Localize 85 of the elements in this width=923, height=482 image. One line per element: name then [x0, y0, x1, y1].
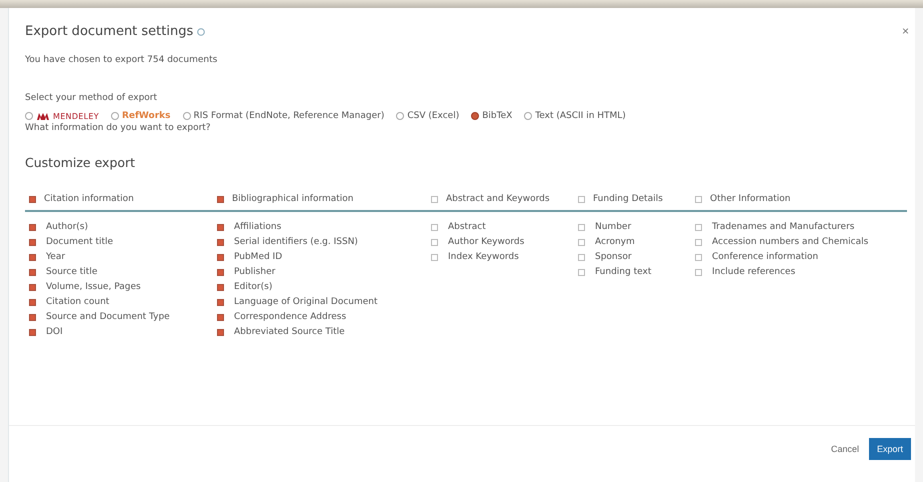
radio-button[interactable] — [524, 112, 532, 120]
option-label: Funding text — [595, 267, 652, 277]
export-button[interactable]: Export — [868, 438, 911, 460]
group-label: Citation information — [44, 194, 134, 204]
checkbox[interactable] — [217, 196, 224, 202]
checkbox[interactable] — [217, 284, 224, 290]
radio-button[interactable] — [25, 112, 33, 120]
radio-button[interactable] — [182, 112, 190, 120]
checkbox[interactable] — [217, 254, 224, 260]
checkbox[interactable] — [695, 224, 702, 230]
option-label: Abbreviated Source Title — [234, 327, 345, 337]
close-button[interactable]: × — [900, 22, 911, 40]
mendeley-logo-icon — [36, 112, 50, 120]
checkbox[interactable] — [29, 284, 36, 290]
option-label: Citation count — [46, 297, 110, 307]
checkbox[interactable] — [695, 238, 702, 246]
dialog-title: Export document settings — [25, 24, 194, 39]
method-label: Select your method of export — [25, 93, 158, 103]
group-label: Funding Details — [593, 194, 663, 204]
option-label: Source title — [46, 267, 98, 277]
checkbox[interactable] — [217, 328, 224, 336]
option-label: Source and Document Type — [46, 312, 170, 322]
checkbox[interactable] — [29, 238, 36, 246]
info-icon[interactable] — [197, 28, 206, 36]
option-label: Correspondence Address — [234, 312, 346, 322]
checkbox[interactable] — [217, 298, 224, 306]
checkbox[interactable] — [695, 254, 702, 260]
checkbox[interactable] — [217, 224, 224, 230]
option-label: Document title — [46, 237, 114, 247]
checkbox[interactable] — [578, 254, 585, 260]
option-label: Acronym — [595, 237, 635, 247]
option-label[interactable]: RIS Format (EndNote, Reference Manager) — [194, 111, 384, 121]
radio-button[interactable] — [396, 112, 404, 120]
option-label: Serial identifiers (e.g. ISSN) — [234, 237, 358, 247]
radio-button[interactable] — [471, 112, 480, 120]
option-label: Include references — [712, 267, 796, 277]
option-label: Editor(s) — [234, 282, 272, 292]
checkbox[interactable] — [431, 196, 438, 202]
checkbox[interactable] — [29, 224, 36, 230]
option-label: DOI — [46, 327, 63, 337]
section-title: Customize export — [25, 155, 136, 170]
option-label: Volume, Issue, Pages — [46, 282, 141, 292]
checkbox[interactable] — [431, 254, 438, 260]
checkbox[interactable] — [29, 254, 36, 260]
checkbox[interactable] — [29, 268, 36, 276]
option-label: Publisher — [234, 267, 276, 277]
checkbox[interactable] — [578, 196, 585, 202]
group-label: Other Information — [710, 194, 791, 204]
checkbox[interactable] — [578, 268, 585, 276]
option-label: PubMed ID — [234, 252, 282, 262]
question-text: What information do you want to export? — [25, 123, 212, 133]
option-label: Index Keywords — [448, 252, 519, 262]
checkbox[interactable] — [217, 238, 224, 246]
group-label: Bibliographical information — [232, 194, 354, 204]
checkbox[interactable] — [217, 268, 224, 276]
checkbox[interactable] — [431, 224, 438, 230]
checkbox[interactable] — [578, 238, 585, 246]
option-label: Affiliations — [234, 222, 282, 232]
cancel-button[interactable]: Cancel — [830, 444, 859, 454]
option-label: Number — [595, 222, 632, 232]
option-label[interactable]: BibTeX — [482, 111, 512, 121]
option-label: Abstract — [448, 222, 486, 232]
option-label: Tradenames and Manufacturers — [712, 222, 854, 232]
radio-button[interactable] — [110, 112, 119, 120]
checkbox[interactable] — [29, 328, 36, 336]
checkbox[interactable] — [29, 196, 36, 202]
option-label[interactable]: CSV (Excel) — [407, 111, 460, 121]
checkbox[interactable] — [695, 268, 702, 276]
checkbox[interactable] — [431, 238, 438, 246]
option-label: Language of Original Document — [234, 297, 378, 307]
option-label: Sponsor — [595, 252, 632, 262]
option-label: Author(s) — [46, 222, 88, 232]
checkbox[interactable] — [29, 314, 36, 320]
option-label[interactable]: Text (ASCII in HTML) — [535, 111, 626, 121]
checkbox[interactable] — [578, 224, 585, 230]
option-label: Author Keywords — [448, 237, 524, 247]
option-label: Accession numbers and Chemicals — [712, 237, 868, 247]
option-label: Year — [46, 252, 66, 262]
checkbox[interactable] — [217, 314, 224, 320]
intro-text: You have chosen to export 754 documents — [25, 55, 218, 65]
group-label: Abstract and Keywords — [446, 194, 550, 204]
option-label[interactable]: MENDELEY — [53, 112, 99, 120]
checkbox[interactable] — [695, 196, 702, 202]
checkbox[interactable] — [29, 298, 36, 306]
option-label: Conference information — [712, 252, 818, 262]
